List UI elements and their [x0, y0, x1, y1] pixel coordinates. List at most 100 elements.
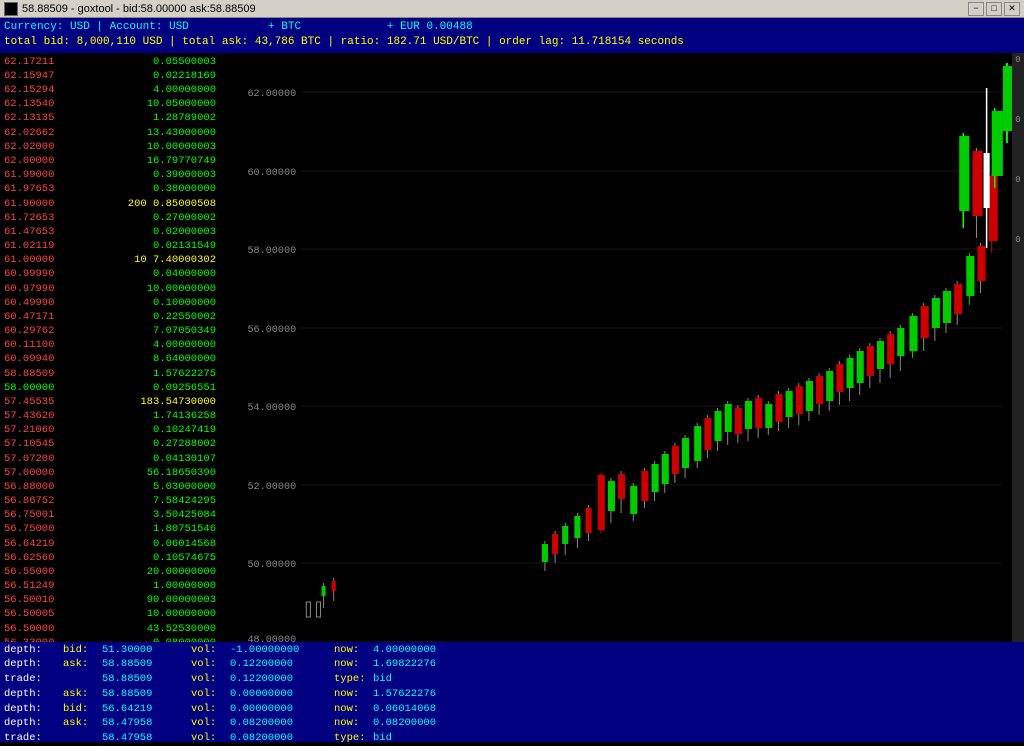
ob-ask-row: 62.0266213.43000000 [4, 126, 216, 140]
trade-label-1: trade: [4, 672, 59, 687]
ob-ask-row: 61.990000.39000003 [4, 168, 216, 182]
depth-key-now2: now: [334, 657, 369, 672]
header-bar: Currency: USD | Account: USD + BTC + EUR… [0, 18, 1024, 53]
ob-bid-row: 56.642190.06014568 [4, 537, 216, 551]
depth-val-ask3: 58.47958 [102, 716, 187, 731]
trade-key-vol2: vol: [191, 731, 226, 746]
window-controls[interactable]: − □ ✕ [968, 2, 1020, 16]
scroll-label-1: 0 [1015, 55, 1020, 65]
depth-val-bid-price: 51.30000 [102, 643, 187, 658]
depth-row-1: depth: bid: 51.30000 vol: -1.00000000 no… [4, 643, 1020, 658]
ob-bid-row: 56.330000.08000000 [4, 636, 216, 642]
ob-ask-row: 62.172110.05500003 [4, 55, 216, 69]
depth-val-now3: 1.57622276 [373, 687, 473, 702]
depth-label: depth: [4, 643, 59, 658]
minimize-button[interactable]: − [968, 2, 984, 16]
ob-ask-row: 61.0000010 7.40000302 [4, 253, 216, 267]
depth-val-ask-price: 58.88509 [102, 657, 187, 672]
ob-current-price: 58.000000.09256551 [4, 381, 216, 395]
trade-row-2: trade: 58.47958 vol: 0.08200000 type: bi… [4, 731, 1020, 746]
currency-info: Currency: USD | Account: USD + BTC + EUR… [4, 20, 1020, 35]
depth-val-vol5: 0.08200000 [230, 716, 330, 731]
ob-ask-row: 61.976530.38000000 [4, 182, 216, 196]
ob-ask-row: 61.90000200 0.85000508 [4, 197, 216, 211]
ob-bid-row: 57.210600.10247419 [4, 423, 216, 437]
ob-bid-row: 56.5000510.00000000 [4, 607, 216, 621]
ob-bid-row: 57.0000056.18650390 [4, 466, 216, 480]
depth-val-now4: 0.06014068 [373, 702, 473, 717]
depth-label-3: depth: [4, 687, 59, 702]
trade-price-1: 58.88509 [102, 672, 187, 687]
ob-ask-row: 62.131351.28789002 [4, 111, 216, 125]
depth-key-now5: now: [334, 716, 369, 731]
depth-key-now4: now: [334, 702, 369, 717]
depth-key-now3: now: [334, 687, 369, 702]
depth-key-vol2: vol: [191, 657, 226, 672]
price-chart: 62.00000 60.00000 58.00000 56.00000 54.0… [220, 53, 1012, 642]
ob-ask-row: 62.0200010.00000003 [4, 140, 216, 154]
close-button[interactable]: ✕ [1004, 2, 1020, 16]
depth-key-now: now: [334, 643, 369, 658]
ob-bid-row: 57.072000.04130107 [4, 452, 216, 466]
depth-val-bid2: 56.64219 [102, 702, 187, 717]
chart-area: 62.00000 60.00000 58.00000 56.00000 54.0… [220, 53, 1012, 642]
ob-bid-row: 56.625600.10574675 [4, 551, 216, 565]
depth-val-vol3: 0.00000000 [230, 687, 330, 702]
svg-text:52.00000: 52.00000 [247, 482, 296, 493]
ob-bid-row: 56.750013.50425084 [4, 508, 216, 522]
depth-label-2: depth: [4, 657, 59, 672]
ob-ask-row: 60.9799010.00000000 [4, 282, 216, 296]
window-title: 58.88509 - goxtool - bid:58.00000 ask:58… [22, 3, 256, 15]
scroll-label-4: 0 [1015, 235, 1020, 245]
depth-key-ask2: ask: [63, 687, 98, 702]
trade-key-vol: vol: [191, 672, 226, 687]
title-bar-left: 58.88509 - goxtool - bid:58.00000 ask:58… [4, 2, 256, 16]
depth-key-bid2: bid: [63, 702, 98, 717]
depth-key-vol4: vol: [191, 702, 226, 717]
depth-feed: depth: bid: 51.30000 vol: -1.00000000 no… [0, 642, 1024, 742]
depth-val-vol4: 0.00000000 [230, 702, 330, 717]
ob-bid-row: 56.5000043.52530000 [4, 622, 216, 636]
trade-type-1: bid [373, 672, 473, 687]
depth-val-vol: -1.00000000 [230, 643, 330, 658]
svg-text:58.00000: 58.00000 [247, 246, 296, 257]
maximize-button[interactable]: □ [986, 2, 1002, 16]
ob-bid-row: 57.45535183.54730000 [4, 395, 216, 409]
ob-ask-row: 58.885091.57622275 [4, 367, 216, 381]
depth-row-5: depth: ask: 58.47958 vol: 0.08200000 now… [4, 716, 1020, 731]
ob-bid-row: 56.867527.58424295 [4, 494, 216, 508]
trade-vol-1: 0.12200000 [230, 672, 330, 687]
right-scrollbar[interactable]: 0 0 0 0 [1012, 53, 1024, 642]
ob-ask-row: 62.159470.02218169 [4, 69, 216, 83]
trade-price-2: 58.47958 [102, 731, 187, 746]
trade-row-1: trade: 58.88509 vol: 0.12200000 type: bi… [4, 672, 1020, 687]
ob-ask-row: 62.0000016.79770749 [4, 154, 216, 168]
depth-key-vol: vol: [191, 643, 226, 658]
svg-text:54.00000: 54.00000 [247, 403, 296, 414]
depth-row-3: depth: ask: 58.88509 vol: 0.00000000 now… [4, 687, 1020, 702]
depth-key-ask3: ask: [63, 716, 98, 731]
depth-val-now: 4.00000000 [373, 643, 473, 658]
ob-ask-row: 60.499900.10000000 [4, 296, 216, 310]
ob-ask-row: 61.021190.02131549 [4, 239, 216, 253]
ob-bid-row: 57.436201.74136258 [4, 409, 216, 423]
ob-ask-row: 60.297627.07050349 [4, 324, 216, 338]
market-info: total bid: 8,000,110 USD | total ask: 43… [4, 35, 1020, 50]
trade-label-2: trade: [4, 731, 59, 746]
ob-bid-row: 57.105450.27288002 [4, 437, 216, 451]
svg-text:62.00000: 62.00000 [247, 89, 296, 100]
orderbook: 62.172110.05500003 62.159470.02218169 62… [0, 53, 220, 642]
ob-bid-row: 56.512491.00000000 [4, 579, 216, 593]
trade-type-2: bid [373, 731, 473, 746]
svg-text:60.00000: 60.00000 [247, 168, 296, 179]
depth-val-now5: 0.08200000 [373, 716, 473, 731]
ob-ask-row: 60.111004.00000000 [4, 338, 216, 352]
title-bar: 58.88509 - goxtool - bid:58.00000 ask:58… [0, 0, 1024, 18]
trade-vol-2: 0.08200000 [230, 731, 330, 746]
depth-row-4: depth: bid: 56.64219 vol: 0.00000000 now… [4, 702, 1020, 717]
depth-row-2: depth: ask: 58.88509 vol: 0.12200000 now… [4, 657, 1020, 672]
depth-val-now2: 1.69822276 [373, 657, 473, 672]
ob-ask-row: 61.726530.27000002 [4, 211, 216, 225]
ob-ask-row: 62.152944.00000000 [4, 83, 216, 97]
app-icon [4, 2, 18, 16]
